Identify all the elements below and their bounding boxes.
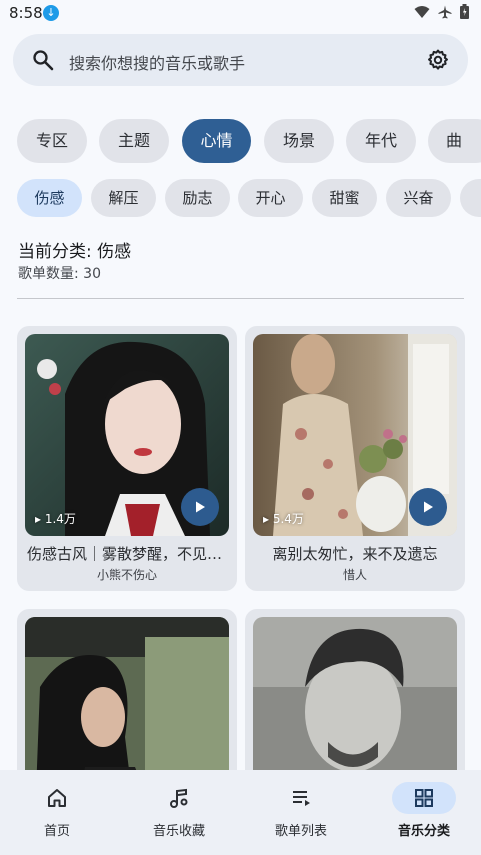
playlist-cover: ▸ 1.4万 (25, 334, 229, 536)
playlist-cover: ▸ 5.4万 (253, 334, 457, 536)
battery-icon (460, 4, 469, 19)
subcategory-chip-happy[interactable]: 开心 (238, 179, 303, 217)
play-icon (424, 501, 433, 513)
wifi-icon (414, 5, 430, 19)
subcategory-tabs: 伤感 解压 励志 开心 甜蜜 兴奋 (0, 179, 481, 217)
nav-music-category[interactable]: 音乐分类 (364, 770, 481, 855)
playlist-creator: 惜人 (342, 568, 367, 582)
category-chip-era[interactable]: 年代 (346, 119, 416, 163)
search-bar[interactable]: 搜索你想搜的音乐或歌手 (13, 34, 468, 86)
subcategory-chip-relax[interactable]: 解压 (91, 179, 156, 217)
status-bar: 8:58 ↓ (0, 0, 481, 26)
category-chip-genre[interactable]: 曲 (428, 119, 481, 163)
grid-icon (415, 789, 433, 807)
download-icon: ↓ (43, 5, 59, 21)
subcategory-chip-more[interactable] (460, 179, 481, 217)
gear-icon[interactable] (426, 48, 450, 76)
bottom-navigation: 首页 音乐收藏 歌单列表 音乐分类 (0, 770, 481, 855)
play-button[interactable] (181, 488, 219, 526)
subcategory-chip-inspire[interactable]: 励志 (165, 179, 230, 217)
playlist-title: 伤感古风｜雾散梦醒，不见来时路 (27, 545, 227, 563)
playlist-count: 歌单数量: 30 (18, 266, 101, 282)
category-chip-theme[interactable]: 主题 (99, 119, 169, 163)
nav-music-category-label: 音乐分类 (397, 824, 450, 839)
status-time: 8:58 (9, 4, 43, 22)
subcategory-chip-sweet[interactable]: 甜蜜 (312, 179, 377, 217)
play-count: ▸ 5.4万 (263, 512, 304, 526)
subcategory-chip-sad[interactable]: 伤感 (17, 179, 82, 217)
nav-home[interactable]: 首页 (0, 770, 117, 855)
play-button[interactable] (409, 488, 447, 526)
playlist-card[interactable]: ▸ 5.4万 离别太匆忙，来不及遗忘 惜人 (245, 326, 465, 591)
playlist-title: 离别太匆忙，来不及遗忘 (272, 545, 438, 563)
nav-music-collection[interactable]: 音乐收藏 (119, 770, 239, 855)
divider (17, 298, 464, 299)
nav-music-collection-label: 音乐收藏 (152, 824, 205, 839)
playlist-card[interactable]: ▸ 1.4万 伤感古风｜雾散梦醒，不见来时路 小熊不伤心 (17, 326, 237, 591)
home-icon (48, 789, 66, 807)
play-icon (196, 501, 205, 513)
current-category-title: 当前分类: 伤感 (18, 242, 132, 262)
playlist-icon (293, 791, 310, 806)
airplane-icon (438, 5, 452, 19)
nav-home-label: 首页 (43, 824, 70, 839)
nav-playlist-list-label: 歌单列表 (274, 824, 327, 839)
playlist-creator: 小熊不伤心 (96, 568, 157, 582)
nav-playlist-list[interactable]: 歌单列表 (241, 770, 361, 855)
search-input[interactable]: 搜索你想搜的音乐或歌手 (69, 50, 245, 74)
music-note-icon (170, 788, 188, 808)
play-count: ▸ 1.4万 (35, 512, 76, 526)
category-chip-zone[interactable]: 专区 (17, 119, 87, 163)
subcategory-chip-excited[interactable]: 兴奋 (386, 179, 451, 217)
search-icon[interactable] (31, 48, 55, 76)
category-chip-scene[interactable]: 场景 (264, 119, 334, 163)
category-tabs: 专区 主题 心情 场景 年代 曲 (0, 119, 481, 163)
category-chip-mood[interactable]: 心情 (182, 119, 251, 163)
